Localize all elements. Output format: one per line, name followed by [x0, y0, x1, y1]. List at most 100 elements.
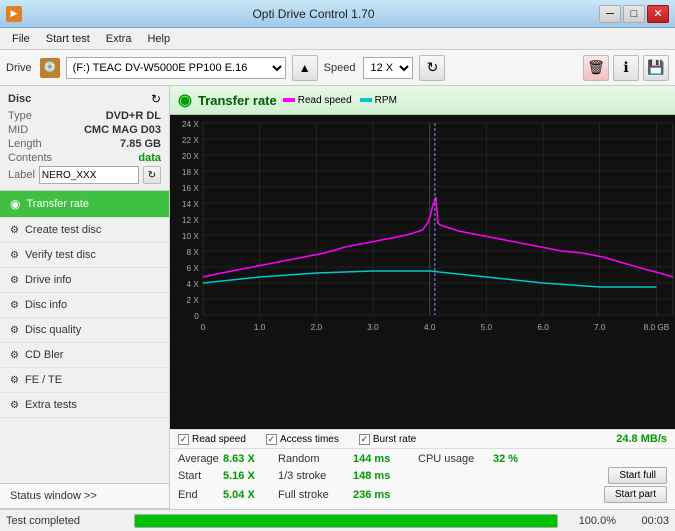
- start-part-button[interactable]: Start part: [604, 486, 667, 503]
- end-value: 5.04 X: [223, 489, 268, 501]
- nav-transfer-rate[interactable]: ◉ Transfer rate: [0, 191, 169, 218]
- svg-text:16 X: 16 X: [182, 184, 200, 193]
- chart-title-icon: ◉: [178, 90, 192, 110]
- disc-quality-icon: ⚙: [10, 325, 19, 336]
- read-speed-checkbox[interactable]: ✓: [178, 434, 189, 445]
- disc-mid-value: CMC MAG D03: [84, 124, 161, 136]
- average-label: Average: [178, 453, 223, 465]
- disc-mid-label: MID: [8, 124, 28, 136]
- nav-disc-quality[interactable]: ⚙ Disc quality: [0, 318, 169, 343]
- burst-rate-value: 24.8 MB/s: [616, 433, 667, 445]
- erase-button[interactable]: 🗑: [583, 55, 609, 81]
- checkbox-read-speed[interactable]: ✓ Read speed: [178, 434, 246, 445]
- close-button[interactable]: ✕: [647, 5, 669, 23]
- nav-fe-te[interactable]: ⚙ FE / TE: [0, 368, 169, 393]
- minimize-button[interactable]: ─: [599, 5, 621, 23]
- burst-rate-checkbox[interactable]: ✓: [359, 434, 370, 445]
- legend-rpm: RPM: [360, 95, 397, 106]
- status-time: 00:03: [624, 515, 669, 527]
- cpu-value: 32 %: [493, 453, 528, 465]
- menu-start-test[interactable]: Start test: [38, 31, 98, 47]
- nav-extra-tests[interactable]: ⚙ Extra tests: [0, 393, 169, 418]
- end-label: End: [178, 489, 223, 501]
- svg-text:2.0: 2.0: [311, 323, 323, 332]
- progress-bar-fill: [135, 515, 557, 527]
- chart-title: Transfer rate: [198, 93, 277, 108]
- disc-contents-value: data: [138, 152, 161, 164]
- disc-info-icon: ⚙: [10, 300, 19, 311]
- svg-text:12 X: 12 X: [182, 216, 200, 225]
- drive-info-icon: ⚙: [10, 275, 19, 286]
- nav-create-test-disc[interactable]: ⚙ Create test disc: [0, 218, 169, 243]
- app-icon: ▶: [6, 6, 22, 22]
- sidebar-bottom: Status window >>: [0, 483, 169, 509]
- svg-text:18 X: 18 X: [182, 168, 200, 177]
- nav-drive-info[interactable]: ⚙ Drive info: [0, 268, 169, 293]
- disc-panel-title: Disc: [8, 93, 31, 105]
- menu-file[interactable]: File: [4, 31, 38, 47]
- refresh-button[interactable]: ↻: [419, 55, 445, 81]
- disc-type-label: Type: [8, 110, 32, 122]
- sidebar: Disc ↻ Type DVD+R DL MID CMC MAG D03 Len…: [0, 86, 170, 509]
- cd-bler-icon: ⚙: [10, 350, 19, 361]
- maximize-button[interactable]: □: [623, 5, 645, 23]
- menu-help[interactable]: Help: [139, 31, 178, 47]
- drive-label: Drive: [6, 62, 32, 74]
- stroke1-label: 1/3 stroke: [278, 470, 353, 482]
- info-button[interactable]: ℹ: [613, 55, 639, 81]
- extra-tests-icon: ⚙: [10, 400, 19, 411]
- checkbox-access-times[interactable]: ✓ Access times: [266, 434, 339, 445]
- nav-cd-bler[interactable]: ⚙ CD Bler: [0, 343, 169, 368]
- fe-te-icon: ⚙: [10, 375, 19, 386]
- start-value: 5.16 X: [223, 470, 268, 482]
- legend-read-speed: Read speed: [283, 95, 352, 106]
- svg-text:6 X: 6 X: [186, 264, 199, 273]
- window-controls: ─ □ ✕: [599, 5, 669, 23]
- progress-percent: 100.0%: [566, 515, 616, 527]
- chart-container: 24 X 22 X 20 X 18 X 16 X 14 X 12 X 10 X …: [170, 115, 675, 429]
- average-value: 8.63 X: [223, 453, 268, 465]
- svg-text:4 X: 4 X: [186, 280, 199, 289]
- titlebar: ▶ Opti Drive Control 1.70 ─ □ ✕: [0, 0, 675, 28]
- disc-label-input[interactable]: [39, 166, 139, 184]
- svg-text:3.0: 3.0: [367, 323, 379, 332]
- eject-button[interactable]: ▲: [292, 55, 318, 81]
- window-title: Opti Drive Control 1.70: [252, 7, 374, 21]
- status-window-button[interactable]: Status window >>: [0, 483, 169, 509]
- svg-text:20 X: 20 X: [182, 152, 200, 161]
- nav-disc-info[interactable]: ⚙ Disc info: [0, 293, 169, 318]
- chart-legend: Read speed RPM: [283, 95, 397, 106]
- save-button[interactable]: 💾: [643, 55, 669, 81]
- statusbar: Test completed 100.0% 00:03: [0, 509, 675, 531]
- start-full-button[interactable]: Start full: [608, 467, 667, 484]
- toolbar: Drive 💿 (F:) TEAC DV-W5000E PP100 E.16 ▲…: [0, 50, 675, 86]
- speed-select[interactable]: 12 X: [363, 57, 413, 79]
- drive-select[interactable]: (F:) TEAC DV-W5000E PP100 E.16: [66, 57, 286, 79]
- stats-row-3: End 5.04 X Full stroke 236 ms Start part: [178, 486, 667, 503]
- create-disc-icon: ⚙: [10, 225, 19, 236]
- speed-label: Speed: [324, 62, 356, 74]
- stats-area: Average 8.63 X Random 144 ms CPU usage 3…: [170, 448, 675, 509]
- legend-read-color: [283, 98, 295, 102]
- chart-checkboxes: ✓ Read speed ✓ Access times ✓ Burst rate…: [170, 429, 675, 448]
- disc-label-refresh[interactable]: ↻: [143, 166, 161, 184]
- main-layout: Disc ↻ Type DVD+R DL MID CMC MAG D03 Len…: [0, 86, 675, 509]
- disc-panel: Disc ↻ Type DVD+R DL MID CMC MAG D03 Len…: [0, 86, 169, 191]
- disc-label-label: Label: [8, 169, 35, 181]
- svg-text:8 X: 8 X: [186, 248, 199, 257]
- svg-text:0: 0: [201, 323, 206, 332]
- disc-refresh-icon[interactable]: ↻: [151, 92, 161, 106]
- access-times-checkbox[interactable]: ✓: [266, 434, 277, 445]
- svg-text:1.0: 1.0: [254, 323, 266, 332]
- stats-row-1: Average 8.63 X Random 144 ms CPU usage 3…: [178, 453, 667, 465]
- verify-disc-icon: ⚙: [10, 250, 19, 261]
- legend-rpm-color: [360, 98, 372, 102]
- menubar: File Start test Extra Help: [0, 28, 675, 50]
- menu-extra[interactable]: Extra: [98, 31, 140, 47]
- stroke2-label: Full stroke: [278, 489, 353, 501]
- chart-header: ◉ Transfer rate Read speed RPM: [170, 86, 675, 115]
- svg-text:24 X: 24 X: [182, 120, 200, 129]
- checkbox-burst-rate[interactable]: ✓ Burst rate: [359, 434, 416, 445]
- chart-svg: 24 X 22 X 20 X 18 X 16 X 14 X 12 X 10 X …: [170, 115, 675, 345]
- nav-verify-test-disc[interactable]: ⚙ Verify test disc: [0, 243, 169, 268]
